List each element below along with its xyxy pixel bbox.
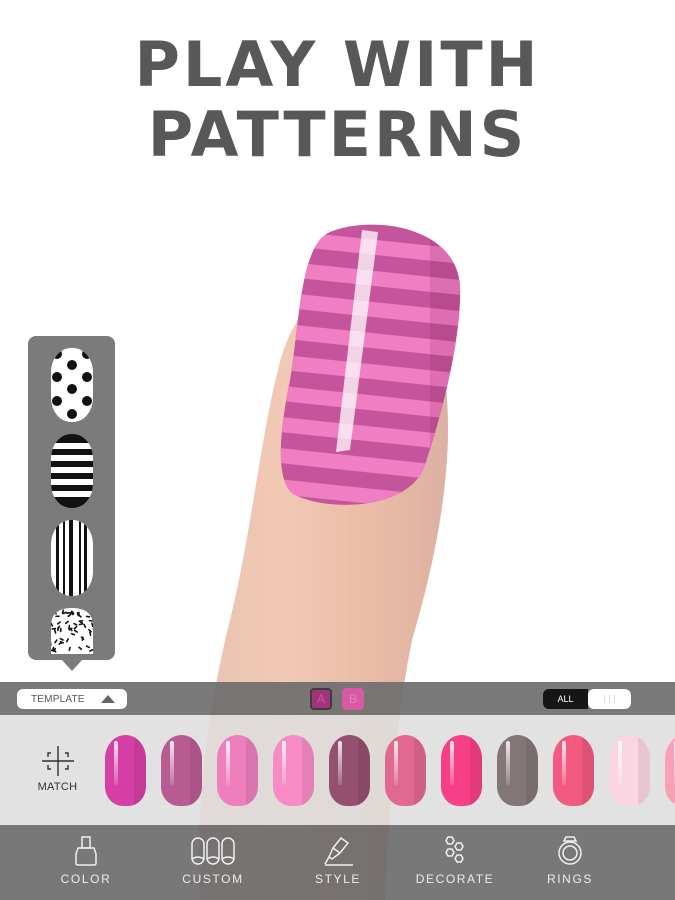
color-swatch[interactable] bbox=[105, 735, 146, 806]
nav-style[interactable]: STYLE bbox=[288, 835, 388, 886]
pattern-option-vertical-stripes[interactable] bbox=[49, 520, 95, 596]
color-swatch[interactable] bbox=[217, 735, 258, 806]
color-swatch[interactable] bbox=[609, 735, 650, 806]
color-swatch[interactable] bbox=[161, 735, 202, 806]
sprinkle bbox=[53, 629, 57, 634]
nail-polish-bottle-icon bbox=[75, 836, 97, 866]
nav-style-label: STYLE bbox=[314, 872, 361, 886]
color-swatch[interactable] bbox=[273, 735, 314, 806]
pattern-option-polka-dots[interactable] bbox=[49, 348, 95, 422]
three-nails-icon bbox=[191, 837, 235, 865]
match-button[interactable]: MATCH bbox=[20, 745, 95, 793]
polka-dot-nail-icon bbox=[51, 348, 93, 422]
vertical-stripe-nail-icon bbox=[51, 520, 93, 596]
match-label: MATCH bbox=[37, 781, 78, 793]
gems-icon bbox=[445, 836, 464, 863]
template-label: TEMPLATE bbox=[31, 693, 85, 705]
sprinkle bbox=[76, 611, 80, 617]
nav-custom-label: CUSTOM bbox=[182, 872, 244, 886]
ring-icon bbox=[558, 836, 582, 865]
pattern-toolbar: TEMPLATE A B ALL bbox=[0, 682, 675, 715]
triangle-up-icon bbox=[101, 695, 115, 703]
toggle-all[interactable]: ALL bbox=[543, 689, 588, 709]
sprinkle bbox=[92, 627, 93, 632]
color-swatch[interactable] bbox=[441, 735, 482, 806]
nav-decorate-label: DECORATE bbox=[415, 872, 495, 886]
brush-pen-icon bbox=[324, 836, 353, 866]
color-swatch[interactable] bbox=[553, 735, 594, 806]
sprinkle bbox=[70, 632, 76, 636]
pattern-picker bbox=[28, 336, 115, 671]
nav-decorate[interactable]: DECORATE bbox=[405, 835, 505, 886]
sprinkle bbox=[52, 611, 57, 615]
bottom-nav: COLOR CUSTOM STYLE DECORATE RINGS bbox=[0, 825, 675, 900]
nav-color[interactable]: COLOR bbox=[36, 835, 136, 886]
sprinkle-nail-icon bbox=[51, 608, 93, 654]
horizontal-stripe-nail-icon bbox=[51, 434, 93, 508]
apply-scope-toggle[interactable]: ALL bbox=[543, 689, 631, 709]
nav-rings-label: RINGS bbox=[546, 872, 593, 886]
pattern-option-sprinkles[interactable] bbox=[49, 608, 95, 654]
pattern-option-horizontal-stripes[interactable] bbox=[49, 434, 95, 508]
toggle-single[interactable] bbox=[588, 689, 631, 709]
template-button[interactable]: TEMPLATE bbox=[17, 689, 127, 709]
sprinkle bbox=[51, 624, 52, 629]
color-swatch[interactable] bbox=[329, 735, 370, 806]
color-swatch[interactable] bbox=[385, 735, 426, 806]
three-bars-icon bbox=[604, 695, 615, 703]
nav-custom[interactable]: CUSTOM bbox=[163, 835, 263, 886]
sprinkle bbox=[78, 623, 84, 626]
color-swatch[interactable] bbox=[497, 735, 538, 806]
nav-color-label: COLOR bbox=[60, 872, 112, 886]
sprinkle bbox=[89, 631, 92, 636]
crosshair-match-icon bbox=[41, 746, 74, 776]
sprinkle bbox=[91, 622, 93, 628]
color-swatch[interactable] bbox=[665, 735, 675, 806]
sprinkle bbox=[68, 646, 71, 652]
color-swatch-strip: MATCH bbox=[0, 715, 675, 825]
sprinkle bbox=[61, 609, 65, 614]
nav-rings[interactable]: RINGS bbox=[520, 835, 620, 886]
color-b-button[interactable]: B bbox=[342, 688, 364, 710]
color-a-button[interactable]: A bbox=[310, 688, 332, 710]
